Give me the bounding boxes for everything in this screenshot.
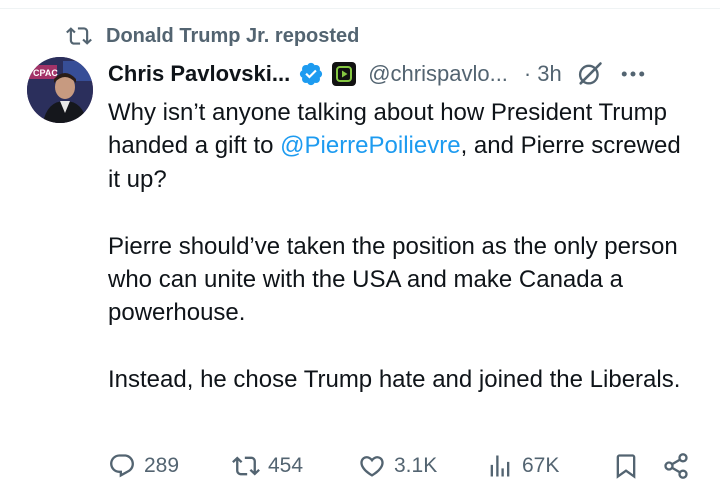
share-button[interactable] (662, 448, 690, 484)
repost-icon (232, 456, 260, 476)
more-options-icon[interactable] (618, 59, 648, 89)
bookmark-button[interactable] (612, 448, 640, 484)
top-divider (0, 8, 720, 9)
repost-count: 454 (268, 454, 304, 477)
rumble-badge-icon[interactable] (332, 62, 357, 86)
svg-text:CPAC: CPAC (33, 68, 58, 78)
views-count: 67K (522, 454, 560, 477)
tweet-header: Chris Pavlovski... @chrispavlo... · 3h (108, 58, 706, 90)
avatar[interactable]: CPAC (27, 57, 93, 123)
reply-icon (110, 454, 134, 478)
like-button[interactable]: 3.1K (358, 448, 437, 484)
like-count: 3.1K (394, 454, 438, 477)
grok-icon[interactable] (576, 60, 604, 88)
author-name[interactable]: Chris Pavlovski... (108, 61, 290, 87)
separator-dot: · (523, 61, 532, 86)
repost-button[interactable]: 454 (232, 448, 303, 484)
views-button[interactable]: 67K (486, 448, 559, 484)
mention-link[interactable]: @PierrePoilievre (280, 132, 460, 159)
verified-badge-icon[interactable] (298, 61, 324, 87)
reply-count: 289 (144, 454, 180, 477)
repost-label: Donald Trump Jr. reposted (106, 24, 360, 47)
share-icon (664, 453, 688, 479)
heart-icon (360, 456, 384, 477)
tweet-text: Why isn’t anyone talking about how Presi… (108, 96, 698, 397)
author-handle[interactable]: @chrispavlo... (368, 61, 508, 87)
repost-context[interactable]: Donald Trump Jr. reposted (66, 22, 359, 50)
tweet-paragraph-2: Pierre should’ve taken the position as t… (108, 232, 678, 327)
reply-button[interactable]: 289 (108, 448, 179, 484)
bookmark-icon (616, 454, 636, 479)
action-bar: 289 454 3.1K 67K (108, 448, 698, 484)
tweet-timestamp[interactable]: 3h (537, 61, 561, 87)
tweet-paragraph-1: Why isn’t anyone talking about how Presi… (108, 96, 698, 196)
views-icon (490, 455, 510, 477)
tweet-paragraph-3: Instead, he chose Trump hate and joined … (108, 366, 681, 394)
repost-icon (66, 27, 92, 45)
